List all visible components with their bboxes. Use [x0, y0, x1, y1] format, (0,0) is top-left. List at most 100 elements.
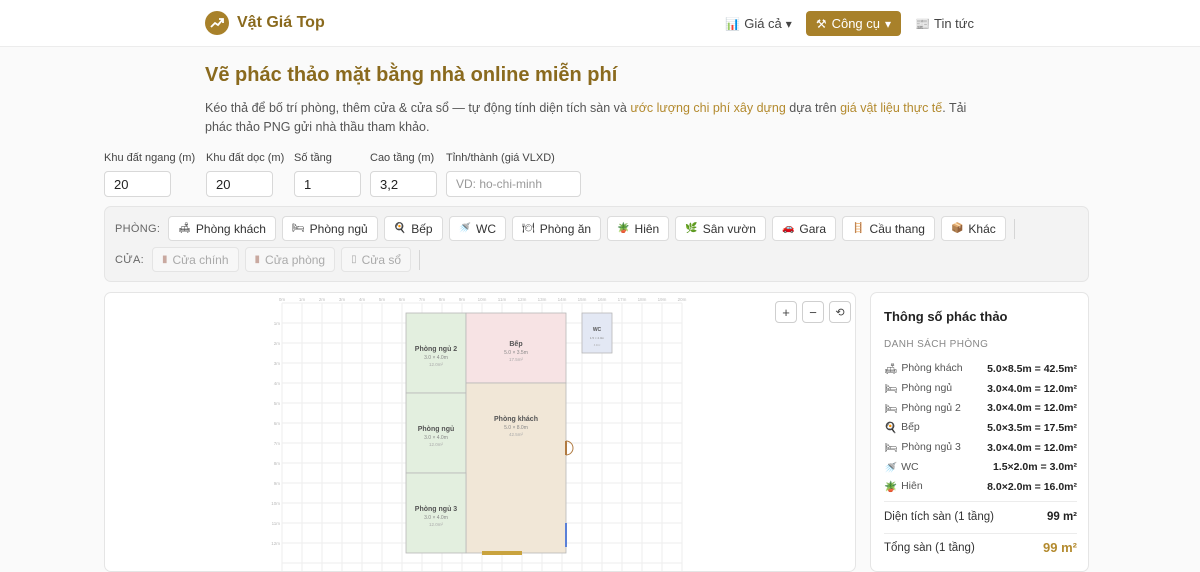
- room-block: [405, 472, 467, 554]
- sketch-summary-panel: Thông số phác thảo DANH SÁCH PHÒNG 🛋 Phòn…: [870, 292, 1089, 572]
- ruler-y-label: 3m: [274, 361, 281, 366]
- list-item[interactable]: 🚿 WC 1.5×2.0m = 3.0m²: [884, 457, 1077, 477]
- chip-label: Khác: [968, 221, 996, 236]
- floor-height-input[interactable]: 3,2: [370, 171, 437, 197]
- chevron-down-icon: ▾: [885, 16, 892, 31]
- room-dims: 5.0 × 3.5m: [504, 350, 528, 356]
- floor-area-label: Diện tích sàn (1 tầng): [884, 511, 994, 523]
- link-material-prices[interactable]: giá vật liệu thực tế: [840, 101, 942, 115]
- ruler-y-label: 1m: [274, 321, 281, 326]
- ruler-x-label: 11m: [498, 297, 507, 302]
- field-label: Khu đất dọc (m): [206, 152, 285, 164]
- add-room-door-button[interactable]: ▮ Cửa phòng: [244, 247, 336, 272]
- add-stairs-button[interactable]: 🪜 Cầu thang: [842, 216, 935, 241]
- ruler-y-label: 2m: [274, 341, 281, 346]
- nav-item-prices[interactable]: 📊 Giá cả ▾: [721, 12, 796, 35]
- zoom-in-button[interactable]: +: [775, 301, 797, 323]
- room-area: 17.5m²: [509, 357, 524, 362]
- ruler-x-label: 10m: [478, 297, 487, 302]
- add-dining-room-button[interactable]: 🍽 Phòng ăn: [512, 216, 602, 241]
- ruler-y-label: 10m: [271, 501, 280, 506]
- newspaper-icon: 📰: [915, 16, 930, 31]
- ruler-x-label: 2m: [319, 297, 326, 302]
- floorplan-drawing[interactable]: 0m 1m 2m 3m 4m 5m 6m 7m 8m 9m 10m 11m 12m 13m 14m 15m 16…: [105, 293, 856, 572]
- room-list: 🛋 Phòng khách 5.0×8.5m = 42.5m² 🛏 Phòng ngủ…: [884, 359, 1077, 497]
- chip-label: Phòng khách: [195, 221, 266, 236]
- field-label: Cao tầng (m): [370, 152, 435, 164]
- page-title: Vẽ phác thảo mặt bằng nhà online miễn ph…: [205, 64, 618, 86]
- plot-depth-input[interactable]: 20: [206, 171, 273, 197]
- ruler-x-label: 0m: [279, 297, 286, 302]
- ruler-x-label: 6m: [399, 297, 406, 302]
- add-window-button[interactable]: ▯ Cửa sổ: [341, 247, 412, 272]
- room-size: 8.0×2.0m = 16.0m²: [987, 480, 1077, 493]
- ruler-x-label: 19m: [658, 297, 667, 302]
- add-garden-button[interactable]: 🌿 Sân vườn: [675, 216, 766, 241]
- list-item[interactable]: 🛋 Phòng khách 5.0×8.5m = 42.5m²: [884, 359, 1077, 379]
- stairs-icon: 🪜: [852, 223, 865, 234]
- room-size: 3.0×4.0m = 12.0m²: [987, 402, 1077, 415]
- list-item[interactable]: 🛏 Phòng ngủ 3.0×4.0m = 12.0m²: [884, 379, 1077, 399]
- list-item[interactable]: 🛏 Phòng ngủ 3 3.0×4.0m = 12.0m²: [884, 438, 1077, 458]
- floor-area-row: Diện tích sàn (1 tầng) 99 m²: [884, 511, 1077, 523]
- add-wc-button[interactable]: 🚿 WC: [448, 216, 506, 241]
- room-name: WC: [901, 460, 919, 473]
- add-bedroom-button[interactable]: 🛏 Phòng ngủ: [281, 216, 378, 241]
- ruler-x-label: 17m: [618, 297, 627, 302]
- total-area-value: 99 m²: [1043, 540, 1077, 555]
- door-icon: ▮: [161, 254, 168, 265]
- room-name: Phòng ngủ: [901, 382, 953, 395]
- field-plot-depth: Khu đất dọc (m) 20: [206, 152, 294, 197]
- site-logo[interactable]: Vật Giá Top: [205, 11, 325, 35]
- add-porch-button[interactable]: 🪴 Hiên: [607, 216, 670, 241]
- add-garage-button[interactable]: 🚗 Gara: [771, 216, 837, 241]
- link-cost-estimate[interactable]: ước lượng chi phí xây dựng: [630, 101, 785, 115]
- nav-item-tools[interactable]: ⚒ Công cụ ▾: [805, 11, 902, 36]
- room-block: [405, 392, 467, 474]
- car-icon: 🚗: [781, 223, 795, 234]
- room-area: 12.0m²: [429, 522, 444, 527]
- chip-label: Phòng ngủ: [309, 221, 368, 236]
- ruler-y-label: 9m: [274, 481, 281, 486]
- floors-input[interactable]: 1: [294, 171, 361, 197]
- field-floor-height: Cao tầng (m) 3,2: [370, 152, 446, 197]
- room-area: 12.0m²: [429, 442, 444, 447]
- porch-icon: 🪴: [884, 481, 898, 494]
- main-nav: 📊 Giá cả ▾ ⚒ Công cụ ▾ 📰 Tin tức: [721, 11, 978, 36]
- plot-width-input[interactable]: 20: [104, 171, 171, 197]
- ruler-y-label: 4m: [274, 381, 281, 386]
- ruler-x-label: 13m: [538, 297, 547, 302]
- province-input[interactable]: VD: ho-chi-minh: [446, 171, 581, 197]
- shower-icon: 🚿: [884, 461, 898, 474]
- room-name: Phòng ngủ 3: [901, 441, 961, 454]
- room-size: 1.5×2.0m = 3.0m²: [992, 461, 1077, 474]
- chip-label: Sân vườn: [702, 221, 756, 236]
- floorplan-canvas[interactable]: 0m 1m 2m 3m 4m 5m 6m 7m 8m 9m 10m 11m 12m 13m 14m 15m 16…: [104, 292, 856, 572]
- add-kitchen-button[interactable]: 🍳 Bếp: [383, 216, 443, 241]
- total-area-row: Tổng sàn (1 tầng) 99 m²: [884, 540, 1077, 555]
- shower-icon: 🚿: [458, 223, 471, 234]
- add-main-door-button[interactable]: ▮ Cửa chính: [151, 247, 239, 272]
- trend-up-icon: [205, 11, 229, 35]
- list-item[interactable]: 🛏 Phòng ngủ 2 3.0×4.0m = 12.0m²: [884, 398, 1077, 418]
- chip-label: Cửa chính: [172, 252, 229, 267]
- panel-title: Thông số phác thảo: [884, 309, 1008, 324]
- add-other-button[interactable]: 📦 Khác: [940, 216, 1006, 241]
- ruler-x-label: 4m: [359, 297, 366, 302]
- add-living-room-button[interactable]: 🛋 Phòng khách: [168, 216, 276, 241]
- page-intro: Kéo thả để bố trí phòng, thêm cửa & cửa …: [205, 99, 985, 137]
- nav-item-news[interactable]: 📰 Tin tức: [911, 12, 978, 35]
- list-item[interactable]: 🪴 Hiên 8.0×2.0m = 16.0m²: [884, 477, 1077, 497]
- divider: [419, 249, 421, 270]
- ruler-x-label: 8m: [439, 297, 446, 302]
- field-label: Khu đất ngang (m): [104, 152, 196, 164]
- list-item[interactable]: 🍳 Bếp 5.0×3.5m = 17.5m²: [884, 418, 1077, 438]
- ruler-x-label: 12m: [518, 297, 527, 302]
- ruler-x-label: 14m: [558, 297, 567, 302]
- room-dims: 3.0 × 4.0m: [424, 515, 448, 521]
- plot-settings: Khu đất ngang (m) 20 Khu đất dọc (m) 20 …: [104, 152, 586, 197]
- room-name: Phòng ngủ 2: [901, 401, 961, 414]
- zoom-out-button[interactable]: −: [802, 301, 824, 323]
- reset-view-button[interactable]: ⟲: [829, 301, 851, 323]
- ruler-y-label: 5m: [274, 401, 281, 406]
